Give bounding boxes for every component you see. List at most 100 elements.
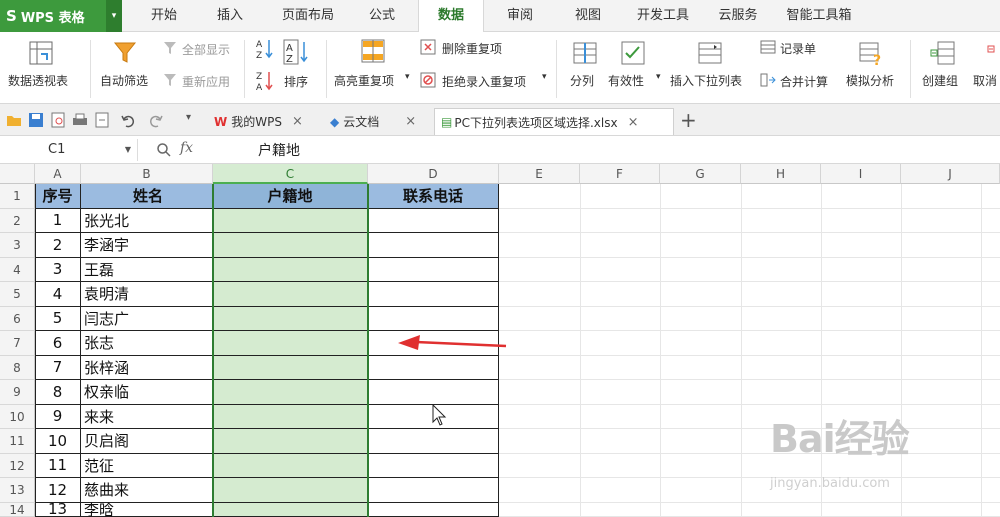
column-header-i[interactable]: I <box>821 164 901 184</box>
seq-cell[interactable]: 4 <box>35 282 81 307</box>
highlight-duplicates-button[interactable]: 高亮重复项 <box>334 72 394 89</box>
seq-cell[interactable]: 6 <box>35 331 81 356</box>
row-header[interactable]: 12 <box>0 453 35 478</box>
phone-cell[interactable] <box>368 429 499 454</box>
household-cell[interactable] <box>213 257 368 282</box>
name-cell[interactable]: 范征 <box>81 453 213 478</box>
what-if-analysis-icon[interactable]: ? <box>858 40 884 66</box>
save-icon[interactable] <box>28 112 44 128</box>
insert-function-button[interactable]: fx <box>180 140 193 156</box>
filter-icon[interactable] <box>112 40 138 66</box>
doc-tab-cloud-docs[interactable]: ◆ 云文档 × <box>324 108 428 135</box>
phone-cell[interactable] <box>368 233 499 258</box>
tab-smart-toolbox[interactable]: 智能工具箱 <box>778 0 860 32</box>
seq-cell[interactable]: 8 <box>35 380 81 405</box>
phone-cell[interactable] <box>368 355 499 380</box>
household-cell[interactable] <box>213 233 368 258</box>
column-header-g[interactable]: G <box>660 164 741 184</box>
tab-view[interactable]: 视图 <box>564 0 612 32</box>
name-cell[interactable]: 张志 <box>81 331 213 356</box>
column-header-a[interactable]: A <box>35 164 81 184</box>
reapply-button[interactable]: 重新应用 <box>182 73 230 90</box>
household-cell[interactable] <box>213 380 368 405</box>
tab-cloud-service[interactable]: 云服务 <box>708 0 768 32</box>
name-cell[interactable]: 袁明清 <box>81 282 213 307</box>
chevron-down-icon[interactable]: ▾ <box>106 0 122 32</box>
household-cell[interactable] <box>213 208 368 233</box>
phone-cell[interactable] <box>368 306 499 331</box>
insert-dropdown-list-button[interactable]: 插入下拉列表 <box>670 72 742 89</box>
autofilter-button[interactable]: 自动筛选 <box>100 72 148 89</box>
name-cell[interactable]: 贝启阁 <box>81 429 213 454</box>
app-menu-button[interactable]: S WPS 表格 ▾ <box>0 0 122 32</box>
record-form-button[interactable]: 记录单 <box>780 40 816 57</box>
tab-insert[interactable]: 插入 <box>206 0 254 32</box>
household-cell[interactable] <box>213 429 368 454</box>
chevron-down-icon[interactable]: ▼ <box>125 139 131 161</box>
seq-cell[interactable]: 1 <box>35 208 81 233</box>
reject-duplicates-button[interactable]: 拒绝录入重复项 <box>442 73 526 90</box>
name-box[interactable]: C1 ▼ <box>0 139 138 161</box>
consolidate-button[interactable]: 合并计算 <box>780 73 828 90</box>
phone-cell[interactable] <box>368 453 499 478</box>
remove-duplicates-button[interactable]: 删除重复项 <box>442 40 502 57</box>
record-form-icon[interactable] <box>760 39 776 55</box>
row-header[interactable]: 11 <box>0 429 35 454</box>
column-header-j[interactable]: J <box>901 164 1000 184</box>
phone-cell[interactable] <box>368 502 499 517</box>
doc-tab-active-workbook[interactable]: ▤ PC下拉列表选项区域选择.xlsx × <box>434 108 674 135</box>
data-validation-button[interactable]: 有效性 <box>608 72 644 89</box>
household-cell[interactable] <box>213 355 368 380</box>
seq-cell[interactable]: 7 <box>35 355 81 380</box>
redo-icon[interactable] <box>148 112 164 128</box>
seq-cell[interactable]: 10 <box>35 429 81 454</box>
seq-cell[interactable]: 3 <box>35 257 81 282</box>
chevron-down-icon[interactable]: ▾ <box>405 72 410 82</box>
new-tab-button[interactable]: + <box>680 108 697 132</box>
create-group-button[interactable]: 创建组 <box>922 72 958 89</box>
close-icon[interactable]: × <box>405 114 416 129</box>
consolidate-icon[interactable] <box>760 72 776 88</box>
row-header[interactable]: 1 <box>0 184 35 209</box>
household-cell[interactable] <box>213 282 368 307</box>
export-icon[interactable] <box>94 112 110 128</box>
ungroup-icon[interactable] <box>986 40 1000 66</box>
phone-cell[interactable] <box>368 380 499 405</box>
row-header[interactable]: 14 <box>0 502 35 517</box>
pivot-table-icon[interactable] <box>28 40 54 66</box>
split-columns-button[interactable]: 分列 <box>570 72 594 89</box>
select-all-corner[interactable] <box>0 164 35 184</box>
row-header[interactable]: 4 <box>0 257 35 282</box>
name-cell[interactable]: 李涵宇 <box>81 233 213 258</box>
tab-formula[interactable]: 公式 <box>358 0 406 32</box>
household-cell[interactable] <box>213 404 368 429</box>
phone-cell[interactable] <box>368 282 499 307</box>
row-header[interactable]: 10 <box>0 404 35 429</box>
seq-cell[interactable]: 9 <box>35 404 81 429</box>
phone-cell[interactable] <box>368 478 499 503</box>
text-to-columns-icon[interactable] <box>572 40 598 66</box>
name-cell[interactable]: 张光北 <box>81 208 213 233</box>
chevron-down-icon[interactable]: ▾ <box>656 72 661 82</box>
open-folder-icon[interactable] <box>6 112 22 128</box>
sort-descending-icon[interactable]: ZA <box>256 70 274 92</box>
chevron-down-icon[interactable]: ▾ <box>542 72 547 82</box>
row-header[interactable]: 7 <box>0 331 35 356</box>
household-cell[interactable] <box>213 306 368 331</box>
reject-duplicates-icon[interactable] <box>420 72 436 88</box>
household-cell[interactable] <box>213 502 368 517</box>
data-validation-icon[interactable] <box>620 40 646 66</box>
tab-page-layout[interactable]: 页面布局 <box>273 0 343 32</box>
household-cell[interactable] <box>213 478 368 503</box>
row-header[interactable]: 2 <box>0 208 35 233</box>
name-cell[interactable]: 王磊 <box>81 257 213 282</box>
zoom-search-icon[interactable] <box>156 142 172 158</box>
household-cell[interactable] <box>213 453 368 478</box>
column-header-f[interactable]: F <box>580 164 660 184</box>
sort-button[interactable]: 排序 <box>284 73 308 90</box>
column-header-c[interactable]: C <box>213 164 368 184</box>
row-header[interactable]: 6 <box>0 306 35 331</box>
customize-toolbar-chevron-icon[interactable]: ▾ <box>186 112 191 123</box>
name-cell[interactable]: 来来 <box>81 404 213 429</box>
tab-review[interactable]: 审阅 <box>496 0 544 32</box>
